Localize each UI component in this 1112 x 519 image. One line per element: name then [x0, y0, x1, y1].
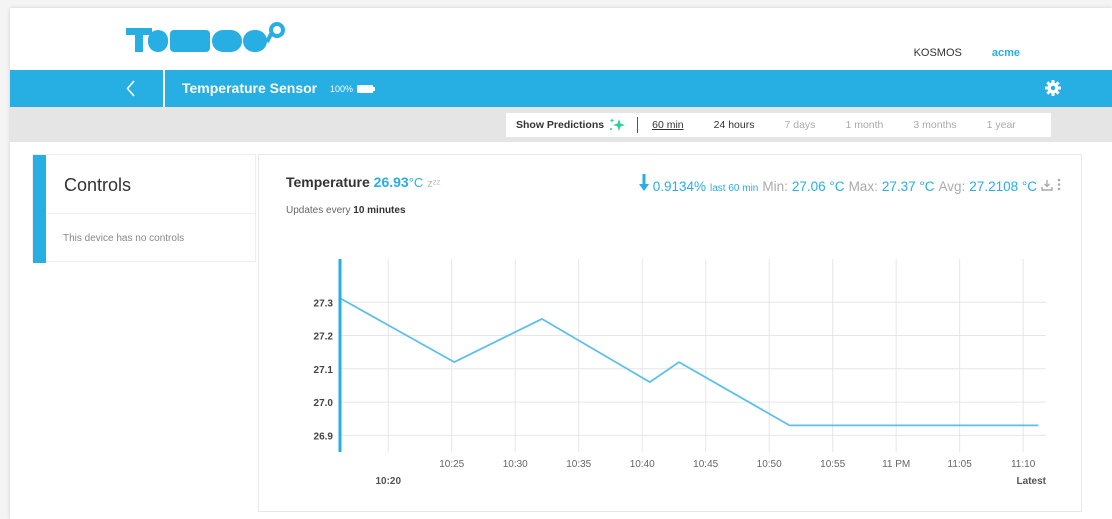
temperature-card: Temperature 26.93°C zᶻᶻ Updates every 10… [258, 154, 1082, 512]
panel-accent [33, 155, 46, 263]
back-button[interactable] [10, 70, 165, 107]
sparkle-icon [609, 118, 626, 131]
show-predictions-label: Show Predictions [516, 119, 605, 131]
range-bar: Show Predictions 60 min 24 hours 7 days … [10, 107, 1112, 142]
time-range-selector: Show Predictions 60 min 24 hours 7 days … [506, 113, 1051, 137]
x-tick-label: 10:45 [693, 459, 718, 470]
x-tick-label: 10:20 [375, 476, 401, 487]
range-7-days[interactable]: 7 days [785, 119, 816, 131]
y-tick-label: 27.0 [314, 398, 334, 409]
x-tick-label: 11 PM [882, 459, 910, 470]
nav-user[interactable]: KOSMOS [914, 47, 962, 59]
x-tick-label: 10:35 [566, 459, 591, 470]
x-tick-label: 11:05 [948, 459, 973, 470]
y-tick-label: 27.3 [314, 298, 334, 309]
device-title: Temperature Sensor [182, 80, 318, 96]
gear-icon[interactable] [1044, 79, 1062, 97]
range-1-year[interactable]: 1 year [987, 119, 1016, 131]
app-window: KOSMOS acme Temperature Sensor 100% Show… [10, 8, 1112, 519]
range-3-months[interactable]: 3 months [913, 119, 956, 131]
x-tick-label: 10:50 [757, 459, 782, 470]
battery-percent: 100% [330, 84, 354, 94]
nav-account[interactable]: acme [992, 47, 1020, 59]
divider [46, 213, 255, 214]
range-24-hours[interactable]: 24 hours [714, 119, 755, 131]
temperature-chart: 27.3 27.2 27.1 27.0 26.9 10:20 10:25 10:30 10:35… [314, 259, 1047, 487]
chevron-left-icon [126, 80, 135, 97]
controls-title: Controls [64, 175, 132, 195]
x-tick-label: 10:30 [503, 459, 528, 470]
controls-message: This device has no controls [63, 233, 185, 244]
y-tick-label: 27.2 [314, 332, 334, 343]
temboo-logo [126, 22, 285, 52]
range-1-month[interactable]: 1 month [845, 119, 883, 131]
range-60-min[interactable]: 60 min [652, 119, 684, 131]
device-toolbar: Temperature Sensor 100% [10, 70, 1112, 107]
x-tick-label: 10:55 [820, 459, 845, 470]
x-tick-label: 10:40 [630, 459, 655, 470]
y-tick-label: 26.9 [314, 431, 334, 442]
y-tick-label: 27.1 [314, 365, 334, 376]
show-predictions-button[interactable]: Show Predictions [506, 117, 627, 133]
battery-status: 100% [330, 84, 376, 94]
user-nav: KOSMOS acme [914, 47, 1020, 59]
x-tick-label: 11:10 [1011, 459, 1036, 470]
divider [637, 117, 639, 133]
controls-panel: Controls This device has no controls [32, 154, 256, 263]
x-tick-label: Latest [1017, 476, 1047, 487]
temperature-series-line [340, 298, 1039, 427]
battery-icon [357, 85, 376, 93]
x-tick-label: 10:25 [439, 459, 464, 470]
header: KOSMOS acme [10, 8, 1112, 70]
